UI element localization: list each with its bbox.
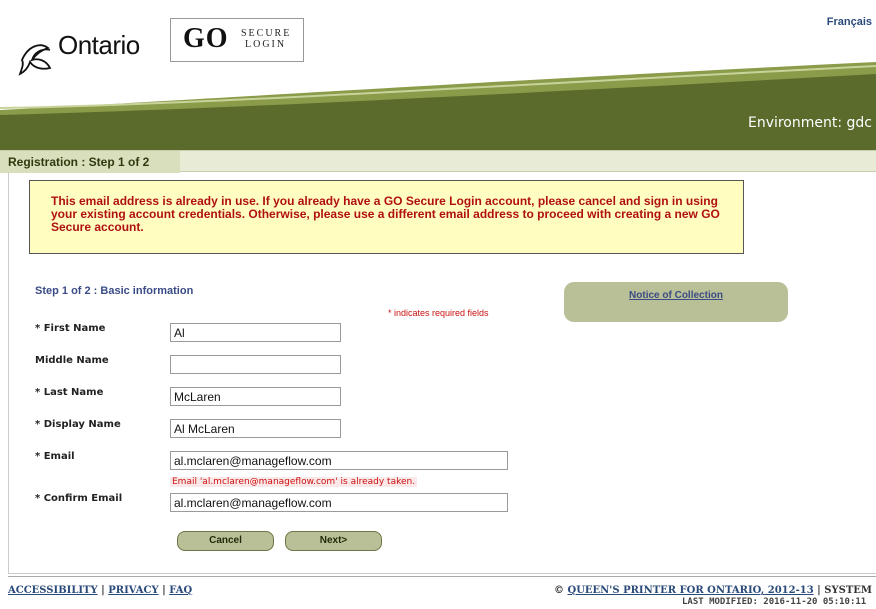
ontario-wordmark: Ontario bbox=[58, 30, 140, 60]
first-name-field[interactable] bbox=[170, 323, 341, 342]
go-logo-text: GO bbox=[183, 23, 229, 54]
accessibility-link[interactable]: ACCESSIBILITY bbox=[8, 585, 98, 596]
display-name-field[interactable] bbox=[170, 419, 341, 438]
email-error-message: Email 'al.mclaren@manageflow.com' is alr… bbox=[170, 477, 418, 487]
footer-separator: | bbox=[97, 585, 109, 596]
go-logo-login: LOGIN bbox=[245, 39, 287, 50]
middle-name-field[interactable] bbox=[170, 355, 341, 374]
notice-of-collection-link[interactable]: Notice of Collection bbox=[564, 290, 788, 301]
middle-name-label: Middle Name bbox=[35, 355, 109, 366]
faq-link[interactable]: FAQ bbox=[169, 585, 192, 596]
next-button[interactable]: Next> bbox=[285, 531, 382, 551]
last-name-field[interactable] bbox=[170, 387, 341, 406]
last-name-label: * Last Name bbox=[35, 387, 104, 398]
footer-divider bbox=[8, 576, 876, 577]
copyright-link[interactable]: QUEEN'S PRINTER FOR ONTARIO, 2012-13 bbox=[567, 585, 813, 596]
email-field[interactable] bbox=[170, 451, 508, 470]
section-title: Step 1 of 2 : Basic information bbox=[35, 285, 194, 297]
error-alert: This email address is already in use. If… bbox=[29, 180, 744, 254]
header-banner bbox=[0, 62, 876, 150]
error-message: This email address is already in use. If… bbox=[51, 194, 720, 234]
go-logo-secure: SECURE bbox=[241, 28, 292, 39]
last-modified: LAST MODIFIED: 2016-11-20 05:10:11 bbox=[682, 597, 867, 607]
footer-copyright: © QUEEN'S PRINTER FOR ONTARIO, 2012-13 |… bbox=[554, 585, 876, 596]
footer-links: ACCESSIBILITY | PRIVACY | FAQ bbox=[8, 585, 192, 596]
ontario-logo[interactable]: Ontario bbox=[8, 18, 153, 76]
system-id: | SYSTEM ID: 1 bbox=[817, 585, 876, 596]
first-name-label: * First Name bbox=[35, 323, 106, 334]
go-secure-login-logo: GO SECURE LOGIN bbox=[170, 18, 304, 62]
step-header-bar: Registration : Step 1 of 2 bbox=[0, 150, 876, 173]
step-title: Registration : Step 1 of 2 bbox=[8, 155, 150, 169]
language-toggle-link[interactable]: Français bbox=[827, 16, 872, 28]
required-fields-note: * indicates required fields bbox=[388, 308, 489, 318]
notice-of-collection-panel: Notice of Collection bbox=[564, 282, 788, 322]
environment-label: Environment: gdc bbox=[747, 115, 872, 131]
display-name-label: * Display Name bbox=[35, 419, 121, 430]
confirm-email-field[interactable] bbox=[170, 493, 508, 512]
cancel-button[interactable]: Cancel bbox=[177, 531, 274, 551]
copyright-symbol: © bbox=[554, 585, 568, 596]
email-label: * Email bbox=[35, 451, 75, 462]
confirm-email-label: * Confirm Email bbox=[35, 493, 123, 504]
footer-separator: | bbox=[158, 585, 170, 596]
privacy-link[interactable]: PRIVACY bbox=[108, 585, 158, 596]
